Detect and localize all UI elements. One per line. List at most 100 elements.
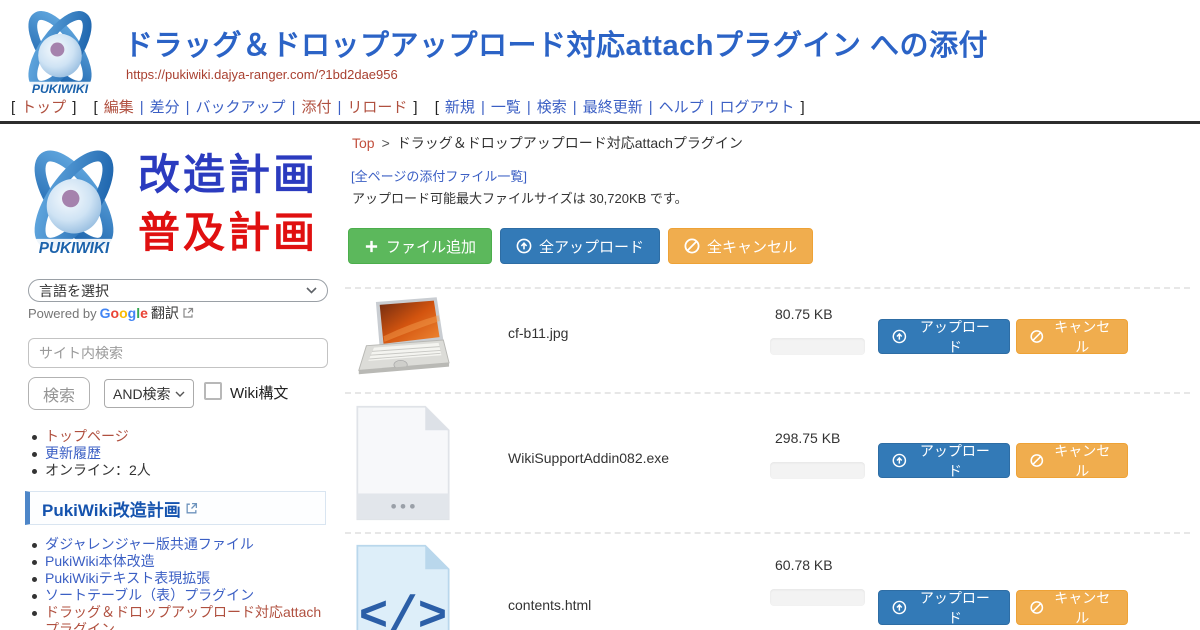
sidebar-quick-links: トップページ 更新履歴 オンライン：2人	[30, 428, 151, 479]
separator: |	[710, 99, 714, 116]
bracket: ]	[801, 99, 805, 116]
chevron-down-icon	[306, 287, 317, 294]
search-button[interactable]: 検索	[28, 377, 90, 410]
sidebar-link-text-ext[interactable]: PukiWikiテキスト表現拡張	[45, 570, 210, 586]
upload-button[interactable]: アップロード	[878, 443, 1010, 478]
separator: |	[527, 99, 531, 116]
cancel-button[interactable]: キャンセル	[1016, 319, 1128, 354]
language-select-value: 言語を選択	[39, 281, 109, 301]
nav-item-backup[interactable]: バックアップ	[196, 99, 286, 116]
file-row: cf-b11.jpg 80.75 KB アップロード キャンセル	[345, 287, 1190, 392]
sidebar-link-sort-table[interactable]: ソートテーブル（表）プラグイン	[45, 587, 254, 603]
upload-progress-bar	[770, 462, 865, 479]
upload-button[interactable]: アップロード	[878, 319, 1010, 354]
upload-progress-bar	[770, 338, 865, 355]
page-url-link[interactable]: https://pukiwiki.dajya-ranger.com/?1bd2d…	[126, 67, 398, 82]
upload-progress-bar	[770, 589, 865, 606]
upload-all-button[interactable]: 全アップロード	[500, 228, 660, 264]
sidebar-site-logo[interactable]: PUKIWIKI 改造計画 普及計画	[14, 138, 318, 270]
circle-arrow-up-icon	[892, 600, 907, 615]
bracket: [	[94, 99, 98, 116]
file-size: 80.75 KB	[775, 306, 833, 322]
separator: |	[649, 99, 653, 116]
separator: |	[481, 99, 485, 116]
file-name: WikiSupportAddin082.exe	[508, 450, 669, 466]
external-link-icon	[182, 307, 194, 319]
cancel-label: キャンセル	[1051, 441, 1114, 481]
file-size: 60.78 KB	[775, 557, 833, 573]
nav-item-new[interactable]: 新規	[445, 99, 475, 116]
separator: |	[292, 99, 296, 116]
translate-link[interactable]: 翻訳	[151, 303, 179, 323]
file-row: WikiSupportAddin082.exe 298.75 KB アップロード…	[345, 392, 1190, 532]
cancel-label: キャンセル	[1051, 317, 1114, 357]
file-name: contents.html	[508, 597, 591, 613]
bracket: ]	[413, 99, 417, 116]
upload-all-label: 全アップロード	[539, 236, 644, 257]
nav-item-recent[interactable]: 最終更新	[583, 99, 643, 116]
sidebar-link-toppage[interactable]: トップページ	[45, 428, 129, 444]
pukiwiki-attach-page: PUKIWIKI ドラッグ＆ドロップアップロード対応attachプラグイン への…	[0, 0, 1200, 630]
file-row: </> contents.html 60.78 KB アップロード キャンセル	[345, 532, 1190, 630]
cancel-all-button[interactable]: 全キャンセル	[668, 228, 813, 264]
sidebar-link-common-files[interactable]: ダジャレンジャー版共通ファイル	[45, 536, 254, 552]
upload-button[interactable]: アップロード	[878, 590, 1010, 625]
sidebar-atom-logo-icon: PUKIWIKI	[14, 138, 134, 270]
online-count: オンライン：2人	[45, 462, 151, 478]
sidebar-logo-slogan: 改造計画 普及計画	[138, 152, 318, 256]
breadcrumb-separator: >	[382, 135, 390, 151]
sidebar-plugin-links: ダジャレンジャー版共通ファイル PukiWiki本体改造 PukiWikiテキス…	[30, 536, 330, 630]
wiki-syntax-checkbox[interactable]	[204, 382, 222, 400]
nav-item-top[interactable]: トップ	[21, 99, 66, 116]
header-divider	[0, 121, 1200, 124]
ban-icon	[684, 238, 700, 254]
separator: |	[186, 99, 190, 116]
add-files-button[interactable]: ファイル追加	[348, 228, 492, 264]
sidebar-section-heading-link[interactable]: PukiWiki改造計画	[42, 496, 181, 521]
chevron-down-icon	[175, 391, 185, 397]
circle-arrow-up-icon	[892, 453, 907, 468]
bracket: [	[11, 99, 15, 116]
sidebar-link-core-mod[interactable]: PukiWiki本体改造	[45, 553, 155, 569]
slogan-line-fukyu: 普及計画	[138, 210, 318, 256]
separator: |	[337, 99, 341, 116]
sidebar-link-history[interactable]: 更新履歴	[45, 445, 101, 461]
svg-text:</>: </>	[359, 589, 448, 630]
separator: |	[140, 99, 144, 116]
separator: |	[573, 99, 577, 116]
cancel-button[interactable]: キャンセル	[1016, 590, 1128, 625]
wiki-syntax-label: Wiki構文	[230, 382, 288, 403]
plus-icon	[364, 239, 379, 254]
sidebar-logo-wordmark: PUKIWIKI	[39, 240, 110, 257]
add-files-label: ファイル追加	[386, 236, 476, 257]
search-mode-select[interactable]: AND検索	[104, 379, 194, 408]
nav-item-logout[interactable]: ログアウト	[720, 99, 795, 116]
bulk-action-toolbar: ファイル追加 全アップロード 全キャンセル	[348, 228, 813, 264]
circle-arrow-up-icon	[892, 329, 907, 344]
slogan-line-kaizo: 改造計画	[138, 152, 318, 198]
language-select[interactable]: 言語を選択	[28, 279, 328, 302]
nav-item-diff[interactable]: 差分	[150, 99, 180, 116]
nav-item-search[interactable]: 検索	[537, 99, 567, 116]
logo-wordmark: PUKIWIKI	[32, 82, 89, 96]
powered-by-label: Powered by	[28, 306, 97, 321]
google-logo: Google	[100, 305, 148, 321]
cancel-label: キャンセル	[1051, 588, 1114, 628]
nav-item-list[interactable]: 一覧	[491, 99, 521, 116]
nav-item-attach[interactable]: 添付	[301, 99, 331, 116]
breadcrumb: Top>ドラッグ＆ドロップアップロード対応attachプラグイン	[352, 133, 743, 153]
all-pages-attach-list-link[interactable]: [全ページの添付ファイル一覧]	[351, 166, 527, 185]
nav-item-reload[interactable]: リロード	[347, 99, 407, 116]
search-mode-value: AND検索	[113, 384, 171, 404]
ban-icon	[1030, 329, 1044, 344]
cancel-button[interactable]: キャンセル	[1016, 443, 1128, 478]
breadcrumb-top-link[interactable]: Top	[352, 135, 375, 151]
site-search-input[interactable]	[28, 338, 328, 368]
bracket: ]	[72, 99, 76, 116]
nav-item-edit[interactable]: 編集	[104, 99, 134, 116]
upload-label: アップロード	[914, 588, 996, 628]
max-filesize-note: アップロード可能最大ファイルサイズは 30,720KB です。	[352, 188, 688, 207]
nav-item-help[interactable]: ヘルプ	[659, 99, 704, 116]
sidebar-link-dnd-attach[interactable]: ドラッグ＆ドロップアップロード対応attachプラグイン	[45, 604, 321, 630]
pukiwiki-logo[interactable]: PUKIWIKI	[12, 5, 108, 101]
